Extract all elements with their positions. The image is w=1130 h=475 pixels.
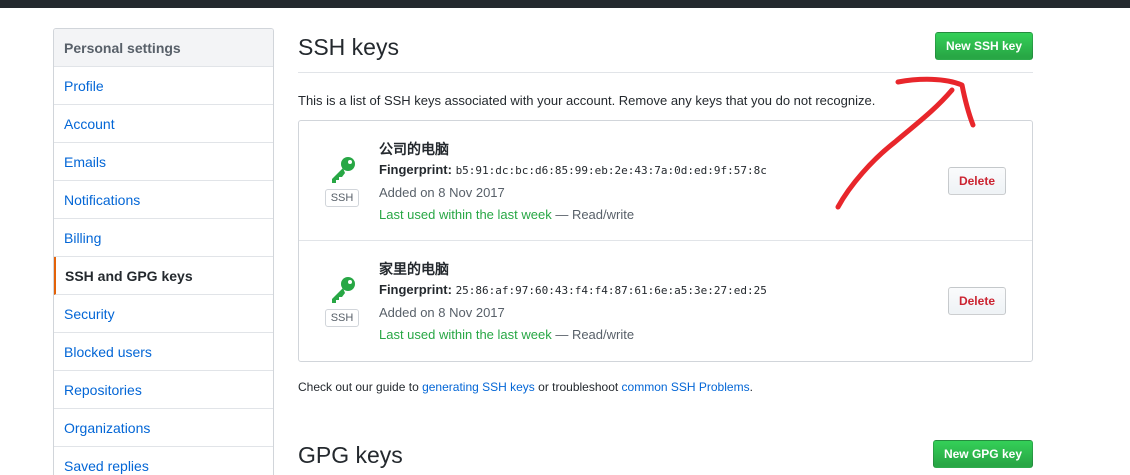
delete-key-button[interactable]: Delete — [947, 287, 1006, 315]
help-suffix: . — [749, 380, 753, 394]
access-level: — Read/write — [551, 207, 635, 222]
added-date: Added on 8 Nov 2017 — [379, 185, 505, 200]
sidebar-item-security[interactable]: Security — [54, 295, 273, 333]
fingerprint-label: Fingerprint: — [379, 282, 452, 297]
key-icon — [332, 157, 355, 183]
sidebar-item-emails[interactable]: Emails — [54, 143, 273, 181]
delete-key-button[interactable]: Delete — [947, 167, 1006, 195]
sidebar-item-blocked-users[interactable]: Blocked users — [54, 333, 273, 371]
ssh-keys-title: SSH keys — [298, 34, 399, 60]
gpg-keys-section: GPG keys New GPG key — [298, 438, 1033, 475]
key-icon — [332, 277, 355, 303]
help-middle: or troubleshoot — [534, 380, 622, 394]
fingerprint-line: Fingerprint: b5:91:dc:bc:d6:85:99:eb:2e:… — [379, 159, 767, 182]
ssh-key-item: SSH 公司的电脑 Fingerprint: b5:91:dc:bc:d6:85… — [299, 121, 1032, 241]
new-ssh-key-button[interactable]: New SSH key — [934, 32, 1033, 60]
ssh-type-badge: SSH — [325, 309, 359, 327]
fingerprint-value: b5:91:dc:bc:d6:85:99:eb:2e:43:7a:0d:ed:9… — [455, 164, 767, 177]
ssh-description: This is a list of SSH keys associated wi… — [298, 93, 876, 108]
ssh-key-title: 家里的电脑 — [379, 261, 449, 277]
settings-sidebar: Personal settings Profile Account Emails… — [53, 28, 274, 475]
sidebar-item-account[interactable]: Account — [54, 105, 273, 143]
sidebar-item-notifications[interactable]: Notifications — [54, 181, 273, 219]
common-ssh-problems-link[interactable]: common SSH Problems — [622, 380, 750, 394]
access-level: — Read/write — [551, 327, 635, 342]
new-gpg-key-button[interactable]: New GPG key — [932, 440, 1033, 468]
fingerprint-value: 25:86:af:97:60:43:f4:f4:87:61:6e:a5:3e:2… — [455, 284, 767, 297]
ssh-key-item: SSH 家里的电脑 Fingerprint: 25:86:af:97:60:43… — [299, 241, 1032, 361]
gpg-keys-title: GPG keys — [298, 442, 403, 468]
sidebar-item-organizations[interactable]: Organizations — [54, 409, 273, 447]
ssh-key-title: 公司的电脑 — [379, 141, 449, 157]
ssh-key-details: 家里的电脑 Fingerprint: 25:86:af:97:60:43:f4:… — [379, 259, 767, 346]
added-date: Added on 8 Nov 2017 — [379, 305, 505, 320]
ssh-key-details: 公司的电脑 Fingerprint: b5:91:dc:bc:d6:85:99:… — [379, 139, 767, 226]
sidebar-header: Personal settings — [54, 29, 273, 67]
ssh-section-header: SSH keys New SSH key — [298, 28, 1033, 73]
sidebar-item-profile[interactable]: Profile — [54, 67, 273, 105]
ssh-key-list: SSH 公司的电脑 Fingerprint: b5:91:dc:bc:d6:85… — [298, 120, 1033, 362]
last-used-line: Last used within the last week — Read/wr… — [379, 324, 767, 346]
generating-ssh-keys-link[interactable]: generating SSH keys — [422, 380, 535, 394]
ssh-help-note: Check out our guide to generating SSH ke… — [298, 380, 1033, 394]
sidebar-item-repositories[interactable]: Repositories — [54, 371, 273, 409]
ssh-type-badge: SSH — [325, 189, 359, 207]
fingerprint-line: Fingerprint: 25:86:af:97:60:43:f4:f4:87:… — [379, 279, 767, 302]
top-header-bar — [0, 0, 1130, 8]
sidebar-item-billing[interactable]: Billing — [54, 219, 273, 257]
last-used-line: Last used within the last week — Read/wr… — [379, 204, 767, 226]
sidebar-item-saved-replies[interactable]: Saved replies — [54, 447, 273, 475]
last-used-text: Last used within the last week — [379, 207, 552, 222]
sidebar-item-ssh-gpg-keys[interactable]: SSH and GPG keys — [54, 257, 273, 295]
help-prefix: Check out our guide to — [298, 380, 423, 394]
fingerprint-label: Fingerprint: — [379, 162, 452, 177]
ssh-keys-section: SSH keys New SSH key This is a list of S… — [298, 28, 1033, 394]
last-used-text: Last used within the last week — [379, 327, 552, 342]
